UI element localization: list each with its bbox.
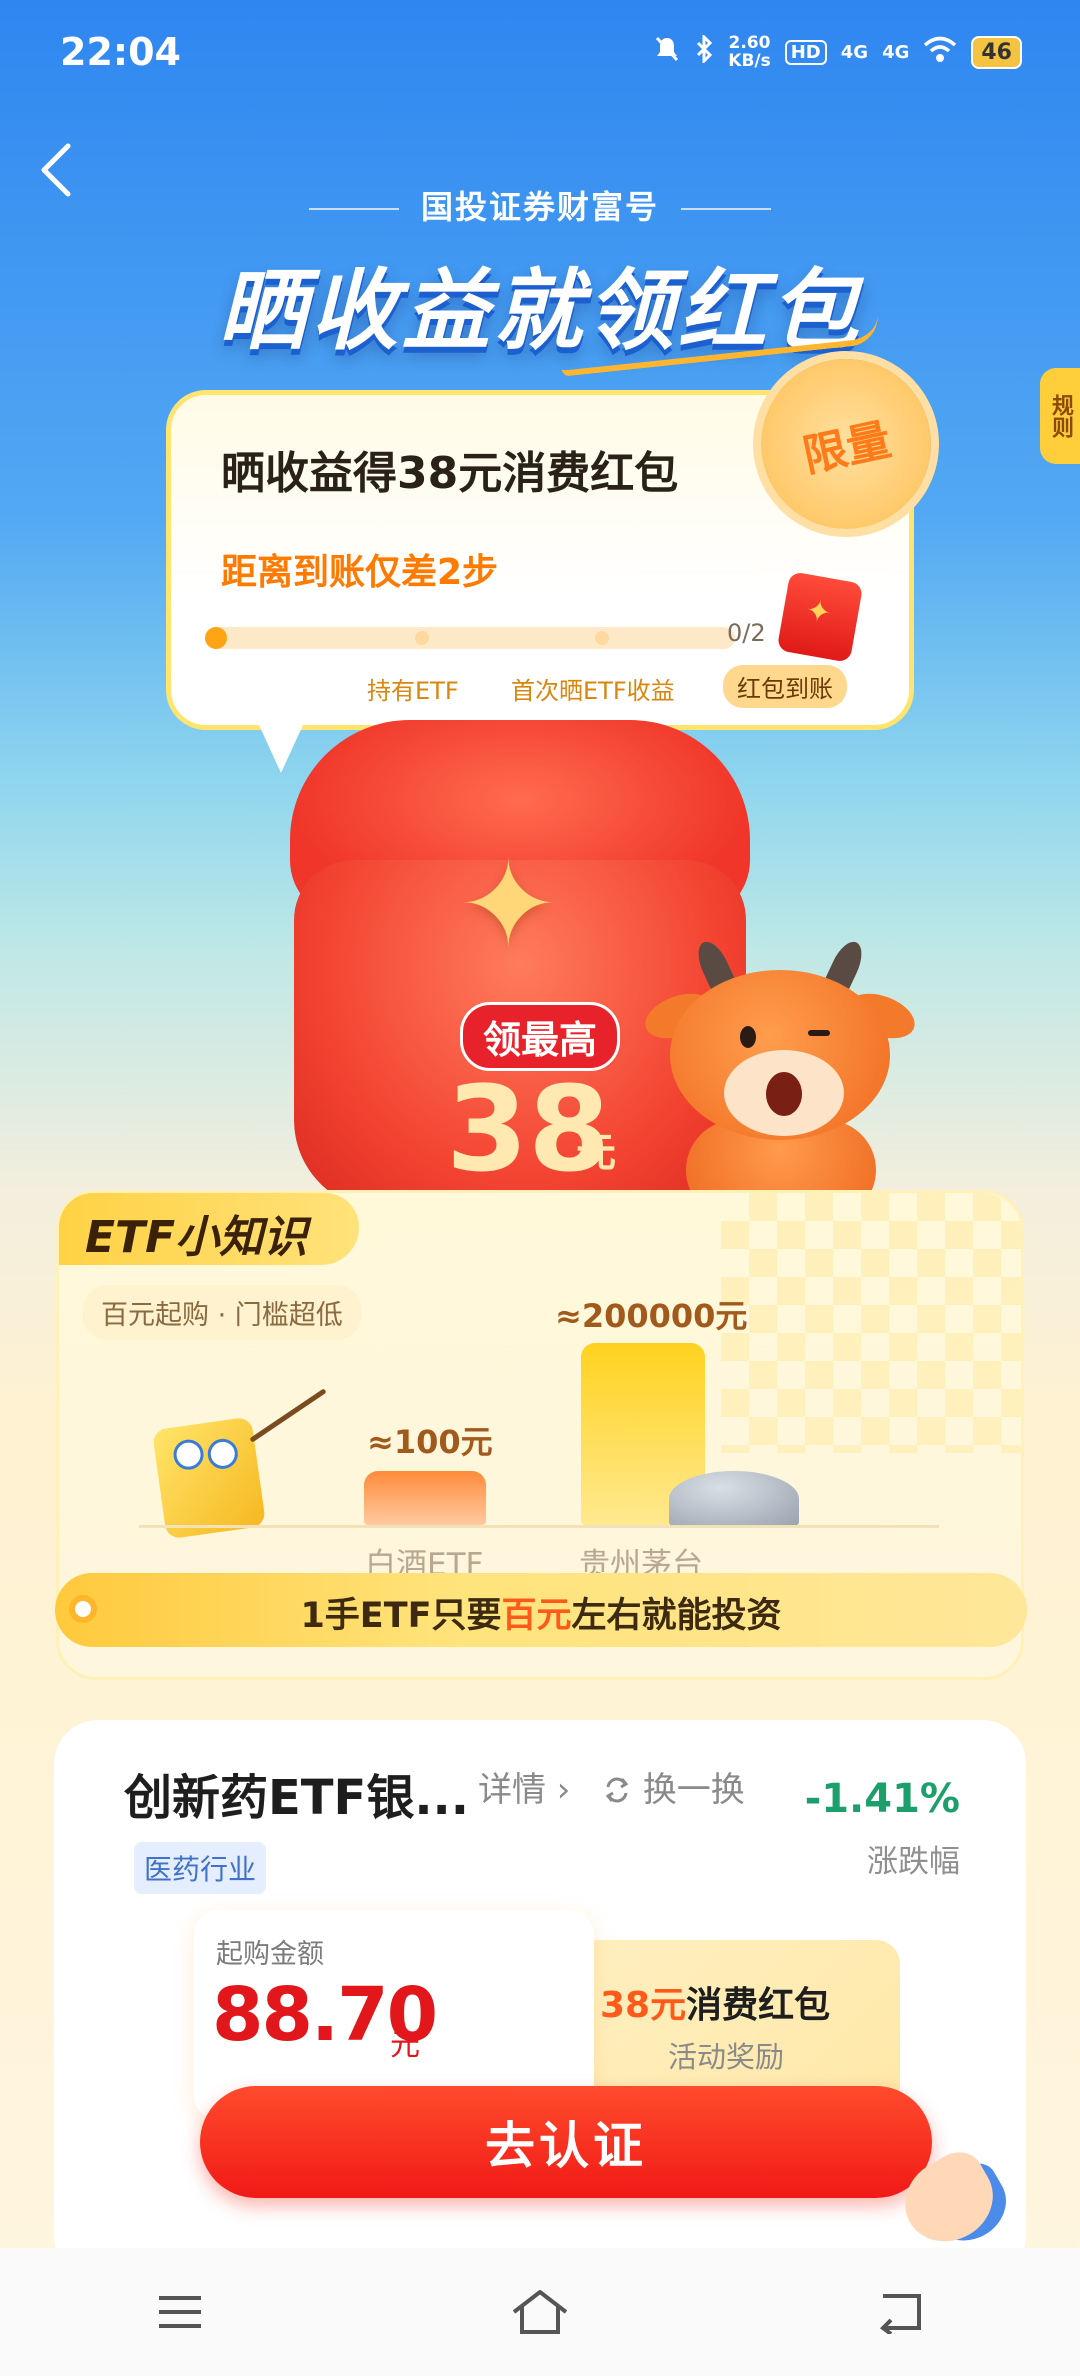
task-card: 晒收益得38元消费红包 距离到账仅差2步 限量 0/2 持有ETF 首次晒ETF… — [166, 343, 947, 773]
reward-label: 活动奖励 — [668, 2040, 785, 2074]
progress-bar — [205, 627, 735, 649]
system-nav-bar — [0, 2248, 1080, 2376]
price-change: -1.41% — [804, 1776, 960, 1822]
page-title: 晒收益就领红包 — [217, 259, 862, 362]
mascot-eye — [171, 1437, 206, 1472]
status-icons: 2.60 KB/s HD 4G 4G 46 — [654, 33, 1022, 71]
mute-icon — [654, 35, 680, 69]
swap-button[interactable]: 换一换 — [602, 1762, 745, 1811]
etf-banner: 1手ETF只要百元左右就能投资 — [55, 1573, 1027, 1647]
battery-indicator: 46 — [971, 35, 1022, 69]
return-icon — [879, 2294, 921, 2334]
home-button[interactable] — [500, 2272, 580, 2352]
etf-tag: 百元起购 · 门槛超低 — [83, 1285, 361, 1340]
hd-icon: HD — [784, 39, 827, 65]
mascot-wink — [808, 1030, 830, 1036]
signal-4g-icon: 4G — [840, 41, 869, 63]
rock-decoration — [669, 1471, 799, 1527]
etf-tab-label: ETF小知识 — [85, 1212, 308, 1263]
progress-text: 0/2 — [727, 619, 766, 647]
gold-bar-mascot-icon — [151, 1416, 267, 1540]
home-icon — [512, 2290, 568, 2334]
min-purchase-unit: 元 — [390, 2028, 420, 2063]
status-time: 22:04 — [60, 30, 181, 74]
bull-mascot-icon — [639, 937, 921, 1220]
refresh-icon — [605, 1777, 629, 1803]
star-icon: ✦ — [458, 836, 559, 975]
reward-amount: 38元消费红包 — [600, 1985, 831, 2026]
task-subtitle: 距离到账仅差2步 — [221, 552, 499, 593]
price-change-label: 涨跌幅 — [867, 1844, 960, 1880]
pointer-stick — [249, 1388, 327, 1443]
bar-baijiu-etf — [364, 1471, 486, 1525]
industry-tag: 医药行业 — [134, 1842, 267, 1894]
fund-card: 创新药ETF银... 详情 › 换一换 -1.41% 涨跌幅 医药行业 38元消… — [54, 1720, 1026, 2280]
checker-decoration — [721, 1193, 1021, 1453]
packet-unit: 元 — [576, 1130, 616, 1176]
baseline — [139, 1525, 939, 1528]
menu-icon — [159, 2296, 201, 2328]
menu-button[interactable] — [140, 2272, 220, 2352]
mascot-eye — [205, 1436, 240, 1471]
limited-badge: 限量 — [745, 343, 947, 545]
min-purchase-label: 起购金额 — [216, 1939, 324, 1970]
brand-name: 国投证券财富号 — [0, 182, 1080, 228]
step-share-etf: 首次晒ETF收益 — [511, 677, 675, 705]
step-packet-arrived: 红包到账 — [723, 665, 847, 708]
bluetooth-icon — [694, 33, 714, 69]
mascot-eye — [740, 1026, 756, 1048]
progress-fill — [205, 627, 227, 649]
task-title: 晒收益得38元消费红包 — [221, 448, 679, 499]
step-hold-etf: 持有ETF — [367, 677, 459, 705]
banner-text: 1手ETF只要百元左右就能投资 — [300, 1596, 782, 1636]
etf-tab: ETF小知识 — [59, 1193, 359, 1265]
bar-value-baijiu: ≈100元 — [367, 1423, 493, 1461]
signal-4g-icon: 4G — [882, 41, 910, 63]
net-speed: 2.60 KB/s — [728, 33, 771, 71]
bar-value-moutai: ≈200000元 — [555, 1297, 748, 1335]
wifi-icon — [923, 35, 957, 69]
mascot-mouth — [766, 1072, 802, 1116]
progress-step-dot — [415, 631, 429, 645]
reward-box: 38元消费红包 活动奖励 — [544, 1940, 900, 2110]
back-nav-button[interactable] — [860, 2272, 940, 2352]
progress-step-dot — [595, 631, 609, 645]
etf-knowledge-card: ETF小知识 百元起购 · 门槛超低 ≈100元 白酒ETF ≈200000元 … — [55, 1190, 1027, 1680]
red-envelope-icon — [776, 571, 864, 663]
verify-button[interactable]: 去认证 — [200, 2086, 932, 2198]
rules-tab[interactable]: 规则 — [1040, 368, 1080, 464]
fund-detail-link[interactable]: 详情 › — [478, 1762, 570, 1811]
fund-name[interactable]: 创新药ETF银... — [124, 1758, 469, 1828]
